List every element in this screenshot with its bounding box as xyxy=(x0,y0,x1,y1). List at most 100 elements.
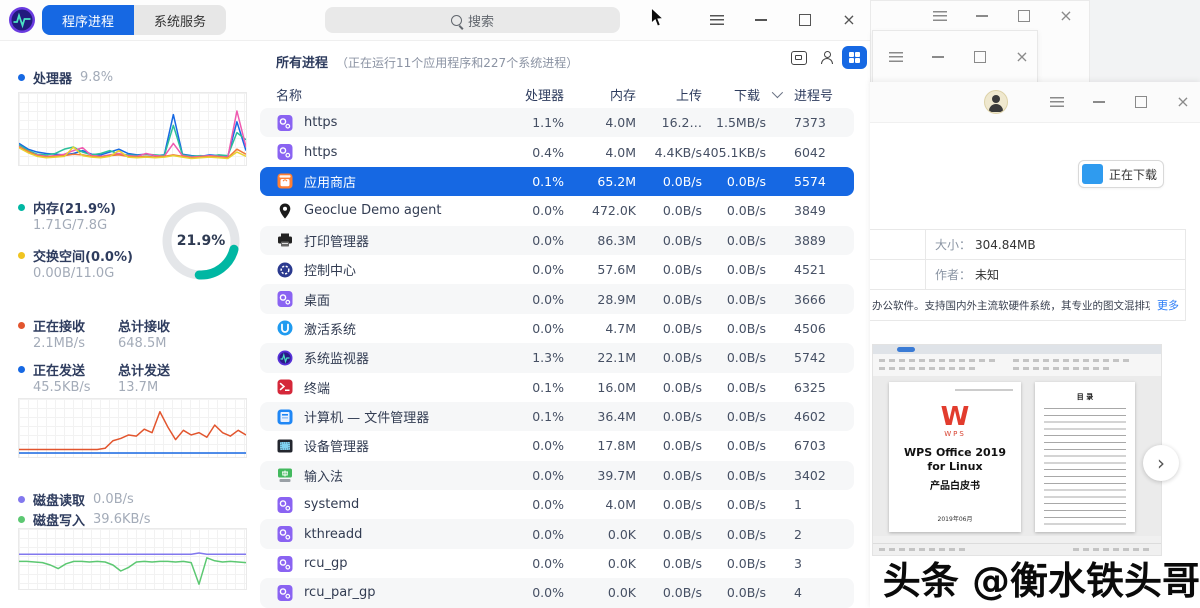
maximize-button[interactable] xyxy=(971,48,989,66)
process-row[interactable]: https1.1%4.0M16.2…1.5MB/s7373 xyxy=(260,108,854,137)
process-gear-icon xyxy=(276,584,294,602)
swap-stat[interactable]: 交换空间(0.0%) xyxy=(18,246,133,265)
minimize-button[interactable] xyxy=(973,7,991,25)
process-pid: 2 xyxy=(780,527,844,542)
memory-dot-icon xyxy=(18,204,25,211)
process-row[interactable]: 应用商店0.1%65.2M0.0B/s0.0B/s5574 xyxy=(260,167,854,196)
process-row[interactable]: 桌面0.0%28.9M0.0B/s0.0B/s3666 xyxy=(260,284,854,313)
process-row[interactable]: 计算机 — 文件管理器0.1%36.4M0.0B/s0.0B/s4602 xyxy=(260,402,854,431)
process-name: 输入法 xyxy=(304,466,343,485)
tab-group: 程序进程 系统服务 xyxy=(42,5,226,35)
search-input[interactable]: 搜索 xyxy=(325,7,620,33)
net-send-total-stat: 总计发送 xyxy=(118,360,170,379)
process-pid: 4506 xyxy=(780,321,844,336)
process-row[interactable]: Geoclue Demo agent0.0%472.0K0.0B/s0.0B/s… xyxy=(260,196,854,225)
process-download: 0.0B/s xyxy=(702,321,780,336)
wps-logo-text: WPS xyxy=(889,430,1021,438)
send-dot-icon xyxy=(18,366,25,373)
process-name: 计算机 — 文件管理器 xyxy=(304,407,429,426)
column-header-upload[interactable]: 上传 xyxy=(636,85,702,104)
downloading-button[interactable]: 正在下载 xyxy=(1078,160,1164,188)
menu-icon[interactable] xyxy=(1048,93,1066,111)
minimize-button[interactable] xyxy=(929,48,947,66)
menu-icon[interactable] xyxy=(887,48,905,66)
process-upload: 0.0B/s xyxy=(636,380,702,395)
app-view-icon xyxy=(791,51,807,65)
cpu-stat[interactable]: 处理器 9.8% xyxy=(18,68,113,87)
size-label: 大小： xyxy=(935,236,971,253)
minimize-button[interactable] xyxy=(1090,93,1108,111)
column-header-name[interactable]: 名称 xyxy=(276,85,504,104)
memory-stat[interactable]: 内存(21.9%) xyxy=(18,198,116,217)
process-upload: 0.0B/s xyxy=(636,174,702,189)
process-row[interactable]: 终端0.1%16.0M0.0B/s0.0B/s6325 xyxy=(260,373,854,402)
column-header-pid[interactable]: 进程号 xyxy=(780,85,844,104)
maximize-button[interactable] xyxy=(796,11,814,29)
close-button[interactable]: × xyxy=(1013,48,1031,66)
recv-dot-icon xyxy=(18,322,25,329)
net-recv-stat[interactable]: 正在接收 xyxy=(18,316,85,335)
process-cpu: 1.3% xyxy=(504,350,564,365)
process-row[interactable]: 控制中心0.0%57.6M0.0B/s0.0B/s4521 xyxy=(260,255,854,284)
process-gear-icon xyxy=(276,525,294,543)
minimize-button[interactable] xyxy=(752,11,770,29)
tab-services[interactable]: 系统服务 xyxy=(134,5,226,35)
close-button[interactable]: × xyxy=(1057,7,1075,25)
process-row[interactable]: 设备管理器0.0%17.8M0.0B/s0.0B/s6703 xyxy=(260,431,854,460)
next-screenshot-button[interactable]: › xyxy=(1143,445,1179,481)
send-total-label: 总计发送 xyxy=(118,360,170,379)
close-button[interactable]: × xyxy=(840,11,858,29)
process-memory: 4.0M xyxy=(564,497,636,512)
my-processes-view-button[interactable] xyxy=(814,46,839,69)
process-row[interactable]: 打印管理器0.0%86.3M0.0B/s0.0B/s3889 xyxy=(260,226,854,255)
maximize-button[interactable] xyxy=(1015,7,1033,25)
app-view-button[interactable] xyxy=(786,46,811,69)
more-link[interactable]: 更多 xyxy=(1157,297,1179,313)
process-download: 0.0B/s xyxy=(702,174,780,189)
printer-icon xyxy=(276,231,294,249)
process-cpu: 0.0% xyxy=(504,585,564,600)
net-send-stat[interactable]: 正在发送 xyxy=(18,360,85,379)
process-pid: 6325 xyxy=(780,380,844,395)
process-cpu: 0.0% xyxy=(504,468,564,483)
system-monitor-icon xyxy=(276,349,294,367)
app-details-table: 大小： 304.84MB 作者： 未知 办公软件。支持国内外主流软硬件系统，其专… xyxy=(870,229,1186,321)
process-row[interactable]: rcu_gp0.0%0.0K0.0B/s0.0B/s3 xyxy=(260,549,854,578)
column-header-download[interactable]: 下载 xyxy=(702,85,780,104)
menu-icon[interactable] xyxy=(708,11,726,29)
grid-view-icon xyxy=(849,52,861,63)
column-header-cpu[interactable]: 处理器 xyxy=(504,85,564,104)
process-memory: 16.0M xyxy=(564,380,636,395)
process-memory: 4.7M xyxy=(564,321,636,336)
close-button[interactable]: × xyxy=(1174,93,1192,111)
memory-value-line: 1.71G/7.8G xyxy=(33,218,107,233)
process-row[interactable]: 激活系统0.0%4.7M0.0B/s0.0B/s4506 xyxy=(260,314,854,343)
process-row[interactable]: 输入法0.0%39.7M0.0B/s0.0B/s3402 xyxy=(260,461,854,490)
menu-icon[interactable] xyxy=(931,7,949,25)
process-row[interactable]: rcu_par_gp0.0%0.0K0.0B/s0.0B/s4 xyxy=(260,578,854,607)
disk-write-value: 39.6KB/s xyxy=(93,512,151,527)
process-memory: 65.2M xyxy=(564,174,636,189)
process-cpu: 0.0% xyxy=(504,233,564,248)
all-processes-view-button[interactable] xyxy=(842,46,867,69)
swap-value-line: 0.00B/11.0G xyxy=(33,266,114,281)
process-memory: 22.1M xyxy=(564,350,636,365)
process-row[interactable]: systemd0.0%4.0M0.0B/s0.0B/s1 xyxy=(260,490,854,519)
tab-processes[interactable]: 程序进程 xyxy=(42,5,134,35)
search-placeholder: 搜索 xyxy=(468,11,494,30)
process-cpu: 0.0% xyxy=(504,438,564,453)
process-row[interactable]: kthreadd0.0%0.0K0.0B/s0.0B/s2 xyxy=(260,519,854,548)
memory-donut-label: 21.9% xyxy=(156,196,246,286)
column-header-memory[interactable]: 内存 xyxy=(564,85,636,104)
process-name: 激活系统 xyxy=(304,319,356,338)
process-row[interactable]: 系统监视器1.3%22.1M0.0B/s0.0B/s5742 xyxy=(260,343,854,372)
disk-write-stat[interactable]: 磁盘写入 39.6KB/s xyxy=(18,510,151,529)
process-download: 0.0B/s xyxy=(702,292,780,307)
maximize-button[interactable] xyxy=(1132,93,1150,111)
process-cpu: 0.1% xyxy=(504,174,564,189)
disk-read-dot-icon xyxy=(18,496,25,503)
process-row[interactable]: https0.4%4.0M4.4KB/s405.1KB/s6042 xyxy=(260,137,854,166)
avatar[interactable] xyxy=(984,90,1008,114)
disk-read-stat[interactable]: 磁盘读取 0.0B/s xyxy=(18,490,134,509)
downloading-label: 正在下载 xyxy=(1103,166,1163,183)
